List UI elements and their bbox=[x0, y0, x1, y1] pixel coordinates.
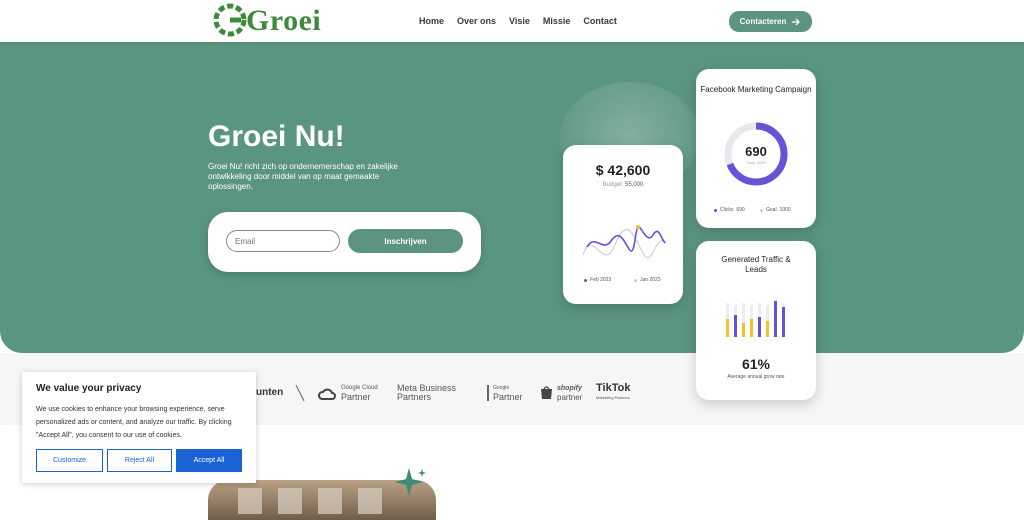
hero-section bbox=[0, 42, 1024, 353]
budget-value: 55,000 bbox=[625, 182, 644, 188]
email-input[interactable] bbox=[226, 230, 340, 252]
partner-shopify: shopify partner bbox=[557, 384, 582, 402]
bar bbox=[734, 315, 737, 337]
budget-label: Budget: bbox=[602, 182, 624, 188]
newsletter-form: Inschrijven bbox=[208, 212, 481, 272]
bar bbox=[750, 319, 753, 337]
photo-window bbox=[358, 488, 382, 514]
nav-visie[interactable]: Visie bbox=[509, 16, 530, 26]
cookie-title: We value your privacy bbox=[36, 383, 142, 394]
bar bbox=[766, 321, 769, 337]
bar bbox=[742, 323, 745, 337]
meta-bottom: Partners bbox=[397, 392, 432, 402]
legend-goal-value: 1000 bbox=[779, 207, 791, 213]
legend-dot bbox=[584, 278, 587, 282]
facebook-card-title: Facebook Marketing Campaign bbox=[700, 85, 812, 94]
legend-jan: Jan 2023 bbox=[634, 277, 661, 283]
bar bbox=[782, 307, 785, 337]
bar bbox=[726, 319, 729, 337]
partner-tiktok: TikTok Marketing Partners bbox=[596, 382, 631, 402]
legend-clicks-value: 690 bbox=[736, 207, 745, 213]
budget-card: $ 42,600 Budget: 55,000 Feb 2023 Jan 202… bbox=[563, 145, 683, 304]
slash-logo-icon bbox=[295, 384, 305, 402]
legend-jan-label: Jan 2023 bbox=[640, 277, 661, 283]
subscribe-button[interactable]: Inschrijven bbox=[348, 229, 463, 253]
facebook-campaign-card: Facebook Marketing Campaign 690 Goal: 10… bbox=[696, 69, 816, 228]
budget-line-chart bbox=[582, 225, 668, 259]
budget-caption: Budget: 55,000 bbox=[563, 182, 683, 188]
photo-window bbox=[278, 488, 302, 514]
partner-google-cloud: Google Cloud Partner bbox=[341, 384, 378, 402]
traffic-bar-chart bbox=[726, 299, 785, 337]
tiktok-top: TikTok bbox=[596, 382, 631, 394]
legend-goal-label: Goal bbox=[766, 207, 777, 213]
nav-home[interactable]: Home bbox=[419, 16, 444, 26]
bar bbox=[774, 301, 777, 337]
reject-all-button[interactable]: Reject All bbox=[107, 449, 172, 472]
accept-all-button[interactable]: Accept All bbox=[176, 449, 242, 472]
photo-window bbox=[238, 488, 262, 514]
line-series-feb bbox=[586, 226, 666, 252]
contact-button[interactable]: Contacteren bbox=[729, 11, 812, 32]
hero-title: Groei Nu! bbox=[208, 120, 345, 153]
traffic-leads-card: Generated Traffic & Leads 61% Average an… bbox=[696, 241, 816, 400]
legend-dot bbox=[634, 278, 637, 282]
nav-missie[interactable]: Missie bbox=[543, 16, 571, 26]
legend-dot bbox=[714, 208, 717, 212]
nav-over-ons[interactable]: Over ons bbox=[457, 16, 496, 26]
shopify-top: shopify bbox=[557, 385, 582, 392]
budget-amount: $ 42,600 bbox=[595, 162, 651, 178]
google-cloud-bottom: Partner bbox=[341, 392, 371, 402]
legend-clicks-label: Clicks bbox=[720, 207, 734, 213]
photo-window bbox=[318, 488, 342, 514]
shopify-bag-icon bbox=[541, 386, 552, 399]
legend-clicks: Clicks 690 bbox=[714, 207, 745, 213]
sparkle-star-icon bbox=[395, 468, 426, 496]
nav-contact[interactable]: Contact bbox=[583, 16, 617, 26]
hero-description: Groei Nu! richt zich op ondernemerschap … bbox=[208, 162, 398, 191]
cookie-text: We use cookies to enhance your browsing … bbox=[36, 406, 232, 439]
site-header: Groei Home Over ons Visie Missie Contact… bbox=[0, 0, 1024, 42]
donut-goal-caption: Goal: 1000 bbox=[746, 160, 766, 165]
logo-text: Groei bbox=[246, 4, 322, 37]
partner-meta: Meta Business Partners bbox=[397, 384, 456, 402]
growth-percentage: 61% bbox=[741, 356, 771, 372]
bar bbox=[758, 317, 761, 337]
main-nav: Home Over ons Visie Missie Contact bbox=[419, 16, 617, 26]
growth-caption: Average annual grow rate bbox=[727, 374, 785, 380]
tiktok-bottom: Marketing Partners bbox=[596, 395, 630, 400]
donut-value: 690 bbox=[745, 144, 767, 159]
logo[interactable]: Groei bbox=[213, 2, 321, 38]
legend-dot bbox=[760, 208, 763, 212]
partner-google: Google Partner bbox=[493, 384, 523, 402]
traffic-card-title: Generated Traffic & Leads bbox=[721, 255, 791, 274]
cookie-banner: We value your privacy We use cookies to … bbox=[22, 372, 256, 483]
cloud-icon bbox=[318, 388, 336, 400]
shopify-bottom: partner bbox=[557, 393, 583, 402]
legend-feb-label: Feb 2023 bbox=[590, 277, 612, 283]
google-bottom: Partner bbox=[493, 392, 523, 402]
legend-feb: Feb 2023 bbox=[584, 277, 611, 283]
contact-button-label: Contacteren bbox=[739, 17, 787, 26]
customize-button[interactable]: Customize bbox=[36, 449, 103, 472]
partner-partial: unten bbox=[256, 387, 284, 398]
logo-leaf-icon bbox=[213, 3, 247, 37]
legend-goal: Goal 1000 bbox=[760, 207, 791, 213]
line-point-highlight bbox=[636, 225, 640, 229]
arrow-right-icon bbox=[792, 18, 801, 25]
